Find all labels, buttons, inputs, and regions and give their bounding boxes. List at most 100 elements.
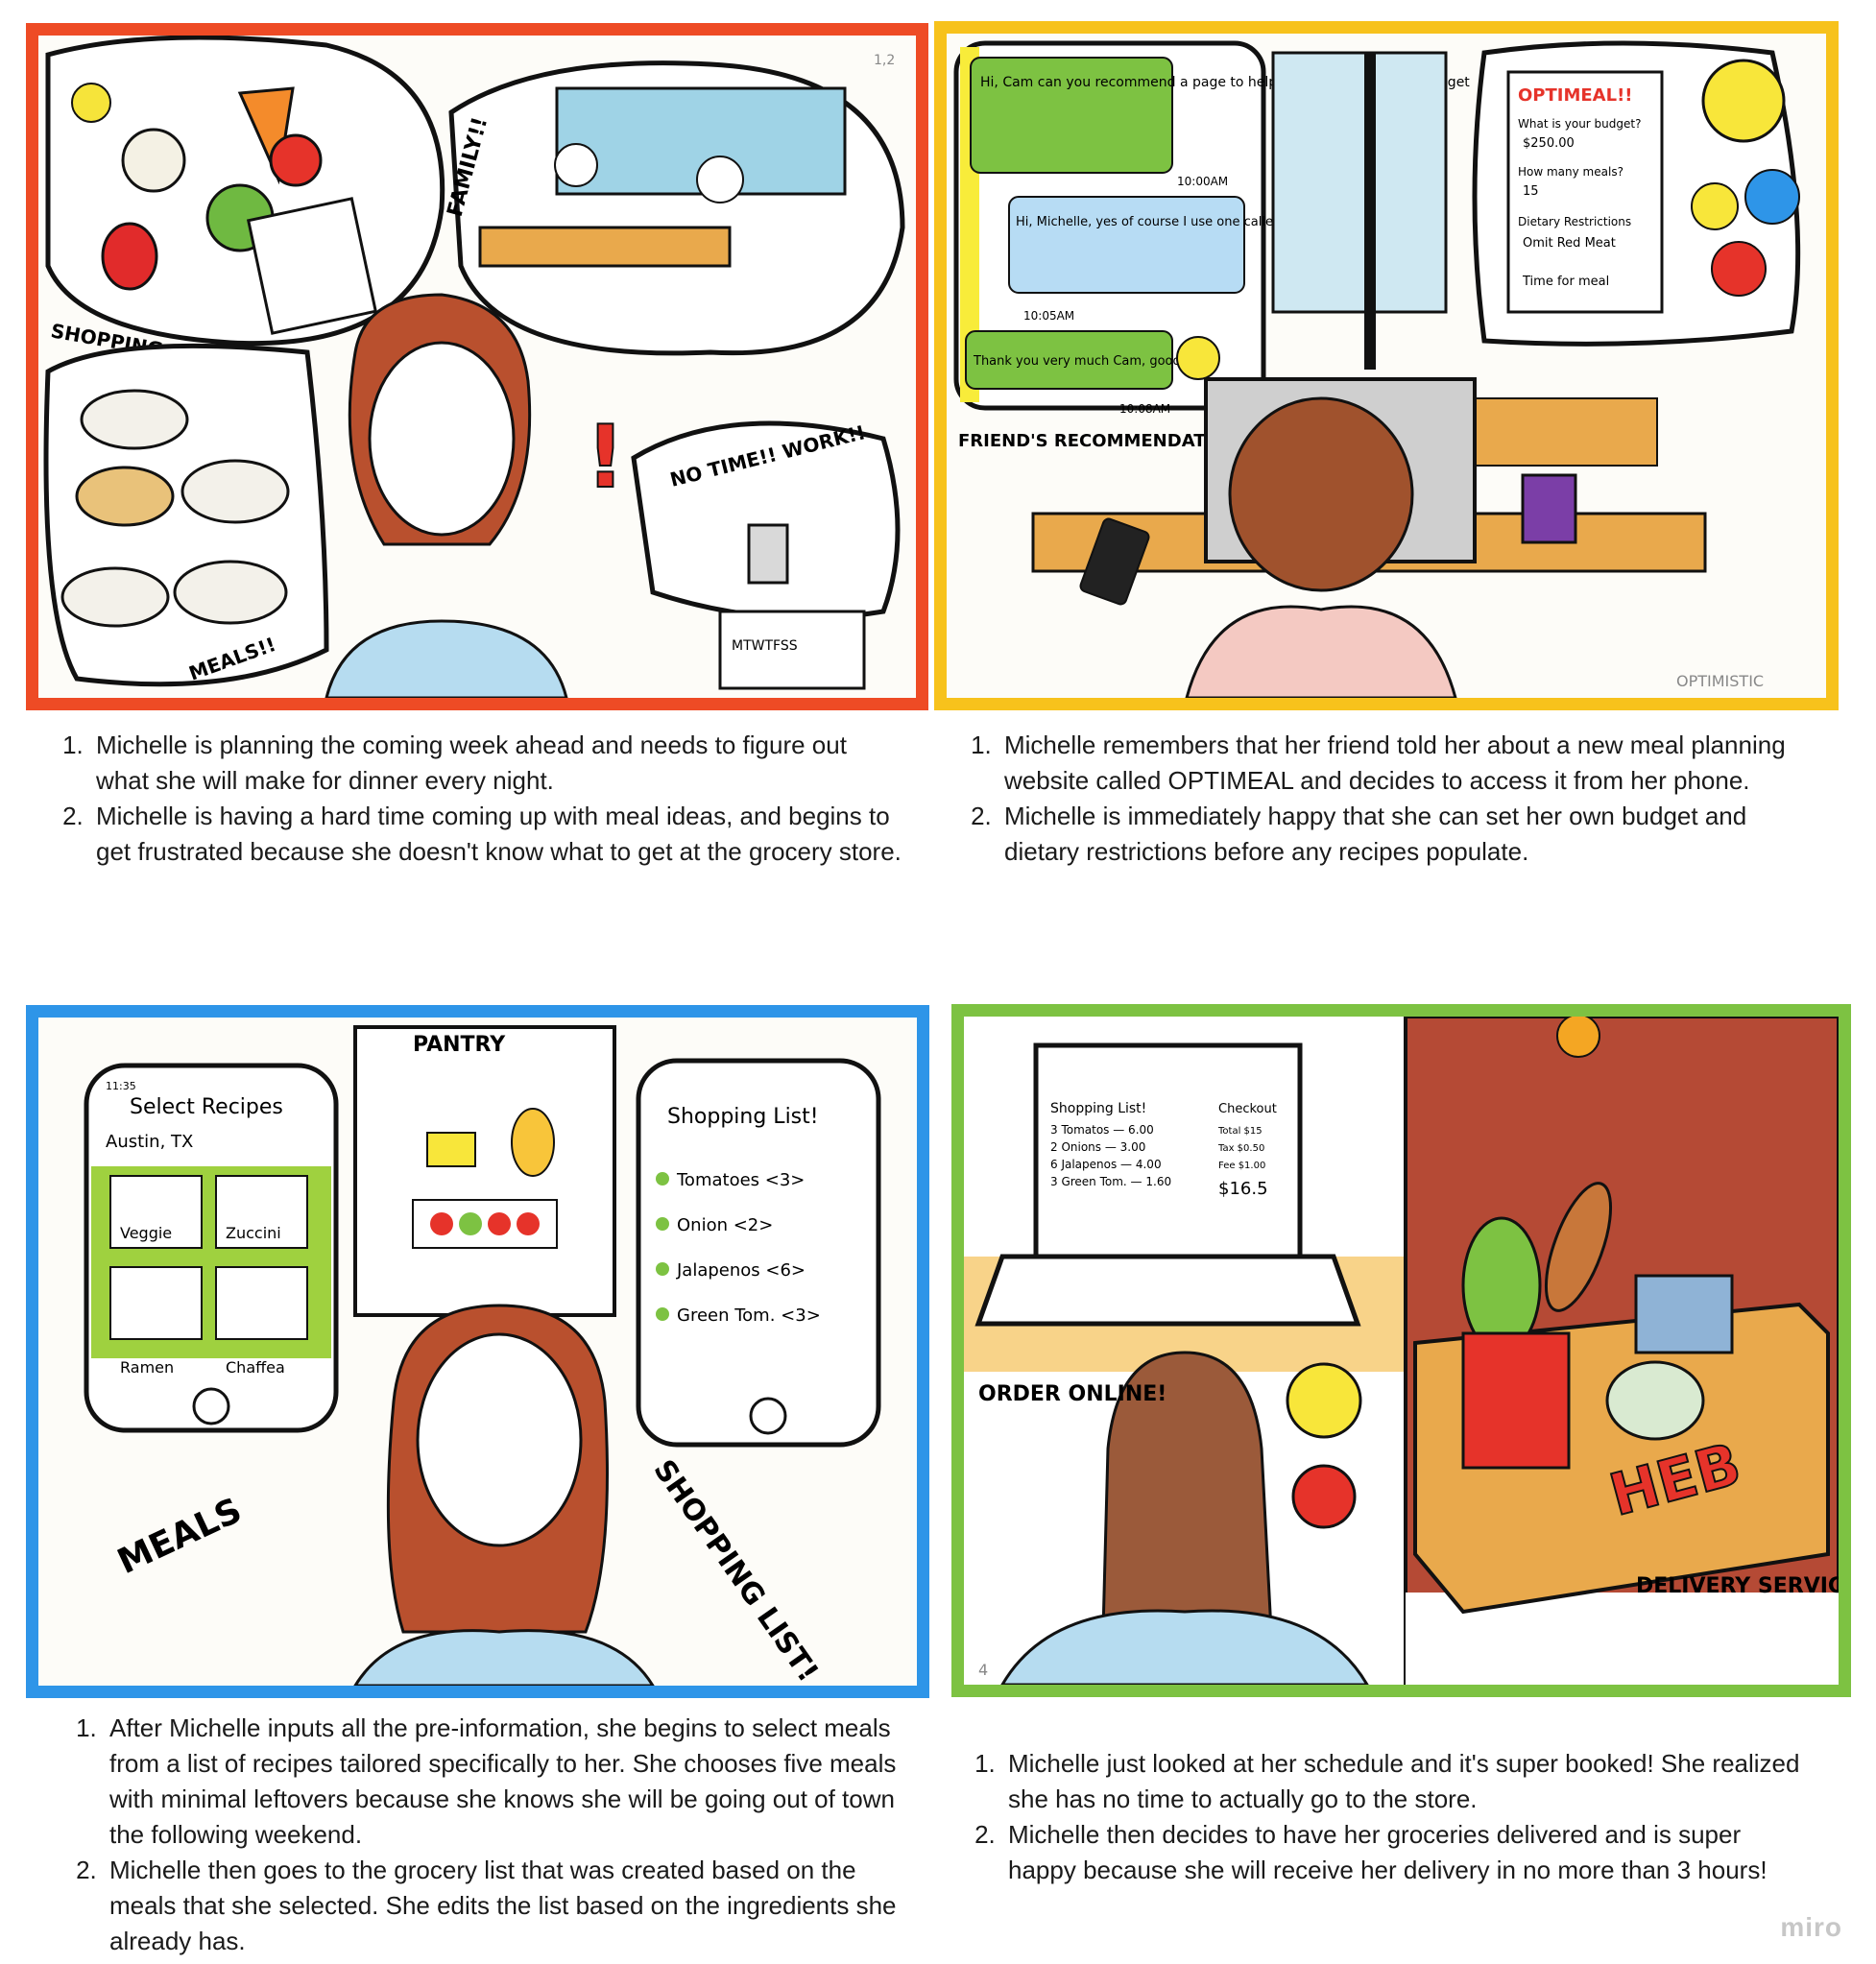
home-button[interactable] (749, 1397, 787, 1435)
panel-1-caption-item: Michelle is planning the coming week ahe… (90, 728, 902, 799)
checkout-row: Fee $1.00 (1218, 1161, 1265, 1171)
thumbs-up-icon (1744, 169, 1800, 225)
shopping-item: Jalapenos <6> (676, 1260, 806, 1281)
recipe-card[interactable] (109, 1266, 203, 1340)
apple-icon (430, 1212, 453, 1235)
recipe-name: Veggie (120, 1224, 172, 1242)
panel-4-sketch: Shopping List! 3 Tomatos — 6.00 2 Onions… (964, 1017, 1839, 1685)
family-member-head (554, 143, 598, 187)
window (1271, 51, 1448, 314)
produce-icon (1605, 1360, 1705, 1441)
panel-3-sketch: 11:35 Select Recipes Austin, TX Veggie Z… (38, 1018, 917, 1686)
heart-icon (1291, 1464, 1357, 1529)
michelle-face (368, 341, 516, 537)
panel-number: 4 (978, 1661, 988, 1679)
plate-icon (80, 389, 189, 450)
recipe-name: Chaffea (226, 1358, 285, 1377)
cans-icon (1634, 1274, 1734, 1354)
panel-2-caption: Michelle remembers that her friend told … (956, 728, 1820, 870)
select-recipes-title: Select Recipes (130, 1095, 283, 1119)
page-marker: 1,2 (874, 53, 895, 68)
optimeal-title: OPTIMEAL!! (1518, 85, 1633, 106)
panel-3-caption: After Michelle inputs all the pre-inform… (61, 1711, 906, 1959)
onion-icon (121, 128, 186, 193)
order-row: 6 Jalapenos — 4.00 (1050, 1158, 1162, 1171)
checkout-total: $16.5 (1218, 1179, 1268, 1199)
form-question: Dietary Restrictions (1518, 215, 1631, 228)
panel-1-sketch: SHOPPING LIST!! MEALS!! FAMILY!! 1,2 ! N… (38, 36, 916, 698)
panel-4-caption-item: Michelle just looked at her schedule and… (1002, 1746, 1805, 1817)
window-frame (1364, 53, 1376, 370)
sandwich-plate-icon (60, 566, 170, 628)
order-row: 2 Onions — 3.00 (1050, 1140, 1145, 1154)
item-bullet-icon (656, 1262, 669, 1276)
form-question: Time for meal (1522, 275, 1609, 289)
storyboard-panel-2: Hi, Cam can you recommend a page to help… (934, 21, 1839, 710)
storyboard-panel-4: Shopping List! 3 Tomatos — 6.00 2 Onions… (951, 1004, 1851, 1697)
door-peephole (1556, 1017, 1600, 1058)
miro-watermark: miro (1780, 1912, 1842, 1942)
message-time: 10:05AM (1023, 309, 1074, 323)
storyboard-panel-3: 11:35 Select Recipes Austin, TX Veggie Z… (26, 1005, 929, 1698)
delivery-services-label: DELIVERY SERVICES! (1636, 1574, 1839, 1598)
watch-icon (747, 523, 789, 585)
panel-1-caption-item: Michelle is having a hard time coming up… (90, 799, 902, 870)
order-row: 3 Tomatos — 6.00 (1050, 1123, 1154, 1137)
laptop-keyboard (974, 1254, 1361, 1327)
shopping-item: Tomatoes <3> (676, 1170, 805, 1190)
friend-recommendation-label: FRIEND'S RECOMMENDATION (958, 431, 1241, 451)
pantry (353, 1025, 616, 1317)
location-text: Austin, TX (106, 1132, 193, 1152)
michelle-hair (1228, 396, 1414, 592)
exclaim-mark: ! (586, 407, 625, 508)
home-button[interactable] (192, 1387, 230, 1425)
message-time: 10:00AM (1177, 175, 1228, 188)
panel-3-caption-item: Michelle then goes to the grocery list t… (104, 1853, 906, 1959)
message-time: 10:08AM (1119, 402, 1170, 416)
panel-4-caption-item: Michelle then decides to have her grocer… (1002, 1817, 1805, 1888)
pepper-icon (101, 222, 158, 291)
recipe-name: Ramen (120, 1358, 174, 1377)
panel-4-caption: Michelle just looked at her schedule and… (960, 1746, 1805, 1888)
shopping-list-title: Shopping List! (1050, 1101, 1146, 1116)
smiley-icon (1286, 1362, 1362, 1439)
recipe-card[interactable] (215, 1266, 308, 1340)
form-question: What is your budget? (1518, 117, 1641, 131)
phone-time: 11:35 (106, 1080, 136, 1092)
shopping-item: Onion <2> (677, 1215, 773, 1235)
form-answer: $250.00 (1523, 136, 1575, 151)
pineapple-icon (511, 1108, 555, 1177)
form-answer: Omit Red Meat (1523, 236, 1616, 251)
michelle-face (416, 1332, 583, 1547)
pantry-label: PANTRY (413, 1033, 506, 1057)
lemon-icon (71, 83, 111, 123)
panel-3-caption-item: After Michelle inputs all the pre-inform… (104, 1711, 906, 1853)
form-question: How many meals? (1518, 165, 1623, 179)
taco-icon (75, 466, 175, 527)
storyboard-panel-1: SHOPPING LIST!! MEALS!! FAMILY!! 1,2 ! N… (26, 23, 928, 710)
recipe-name: Zuccini (226, 1224, 281, 1242)
desk (478, 226, 732, 268)
pasta-plate-icon (180, 459, 290, 524)
heart-icon (1711, 241, 1767, 297)
panel-2-caption-item: Michelle is immediately happy that she c… (998, 799, 1820, 870)
happy-face-icon (1701, 59, 1786, 143)
grocery-bag (1461, 1331, 1571, 1470)
item-bullet-icon (656, 1217, 669, 1231)
checkout-row: Total $15 (1217, 1126, 1263, 1137)
smiley-icon (1691, 182, 1739, 230)
apple-icon (459, 1212, 482, 1235)
smiley-icon (1176, 336, 1220, 380)
apple-icon (517, 1212, 540, 1235)
checkout-title: Checkout (1218, 1102, 1277, 1116)
item-bullet-icon (656, 1307, 669, 1321)
panel-2-caption-item: Michelle remembers that her friend told … (998, 728, 1820, 799)
family-member-head (696, 156, 744, 204)
signature: OPTIMISTIC (1676, 672, 1764, 690)
tomato-icon (269, 133, 323, 187)
panel-2-sketch: Hi, Cam can you recommend a page to help… (947, 34, 1826, 698)
apple-icon (488, 1212, 511, 1235)
cheese-icon (426, 1132, 476, 1167)
order-row: 3 Green Tom. — 1.60 (1050, 1175, 1171, 1188)
wrap-plate-icon (173, 560, 288, 625)
